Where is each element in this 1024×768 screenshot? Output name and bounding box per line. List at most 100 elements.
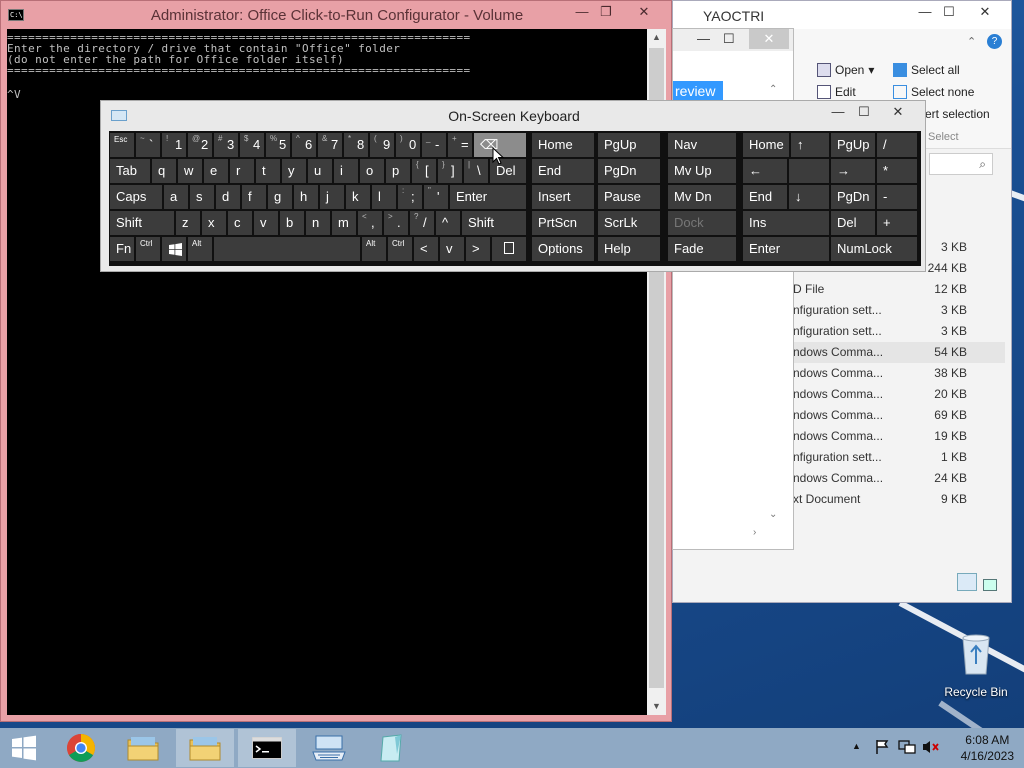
key-shift[interactable]: Shift xyxy=(110,211,174,235)
key-prtscn[interactable]: PrtScn xyxy=(532,211,594,235)
close-icon[interactable]: ✕ xyxy=(749,29,789,49)
key-w[interactable]: w xyxy=(178,159,202,183)
key-alt[interactable]: Alt xyxy=(188,237,212,261)
key-dock[interactable]: Dock xyxy=(668,211,736,235)
key-q[interactable]: q xyxy=(152,159,176,183)
file-row[interactable]: ndows Comma... 38 KB xyxy=(793,363,1005,384)
key-r[interactable]: r xyxy=(230,159,254,183)
select-none-button[interactable]: Select none xyxy=(893,85,974,99)
search-box[interactable]: ⌕ xyxy=(929,153,993,175)
child-titlebar[interactable]: — ☐ ✕ xyxy=(673,29,793,51)
edit-button[interactable]: Edit xyxy=(817,85,856,99)
maximize-icon[interactable]: ☐ xyxy=(723,31,735,47)
volume-muted-icon[interactable] xyxy=(922,739,940,755)
ribbon-collapse-icon[interactable]: ⌃ xyxy=(967,35,976,48)
scroll-down-icon[interactable]: ▼ xyxy=(647,698,666,715)
key-esc[interactable]: Esc xyxy=(110,133,134,157)
show-hidden-icons[interactable]: ▲ xyxy=(852,741,861,751)
minimize-icon[interactable]: — xyxy=(825,104,851,119)
file-row[interactable]: D File 12 KB xyxy=(793,279,1005,300)
invert-selection-button[interactable]: ert selection xyxy=(925,107,990,121)
on-screen-keyboard-window[interactable]: On-Screen Keyboard — ☐ ✕ Esc ~ `! 1 @2 #3 $4% 5… xyxy=(100,100,926,272)
key-space[interactable] xyxy=(214,237,360,261)
chevron-down-icon[interactable]: ⌄ xyxy=(769,509,777,520)
key-n4[interactable]: $4 xyxy=(240,133,264,157)
key-rshift[interactable]: Shift xyxy=(462,211,526,235)
key-mvup[interactable]: Mv Up xyxy=(668,159,736,183)
key-right[interactable]: > xyxy=(466,237,490,261)
key-quote[interactable]: " ' xyxy=(424,185,448,209)
scroll-up-icon[interactable]: ▲ xyxy=(647,29,666,46)
key-mvdn[interactable]: Mv Dn xyxy=(668,185,736,209)
maximize-icon[interactable]: ❐ xyxy=(593,4,619,20)
key-pgdn[interactable]: PgDn xyxy=(598,159,660,183)
key-n[interactable]: n xyxy=(306,211,330,235)
key-minus[interactable]: _ - xyxy=(422,133,446,157)
key-c[interactable]: c xyxy=(228,211,252,235)
key-n9[interactable]: (9 xyxy=(370,133,394,157)
file-row[interactable]: nfiguration sett... 3 KB xyxy=(793,300,1005,321)
key-f[interactable]: f xyxy=(242,185,266,209)
key-h[interactable]: h xyxy=(294,185,318,209)
key-np-add[interactable]: + xyxy=(877,211,917,235)
key-k[interactable]: k xyxy=(346,185,370,209)
key-j[interactable]: j xyxy=(320,185,344,209)
network-icon[interactable] xyxy=(898,739,916,755)
key-n5[interactable]: % 5 xyxy=(266,133,290,157)
key-s[interactable]: s xyxy=(190,185,214,209)
key-a[interactable]: a xyxy=(164,185,188,209)
key-np-mul[interactable]: * xyxy=(877,159,917,183)
key-u[interactable]: u xyxy=(308,159,332,183)
close-icon[interactable]: ✕ xyxy=(631,4,657,20)
key-end[interactable]: End xyxy=(532,159,594,183)
key-n3[interactable]: #3 xyxy=(214,133,238,157)
key-np-blank[interactable] xyxy=(789,159,829,183)
key-g[interactable]: g xyxy=(268,185,292,209)
key-up[interactable]: ^ xyxy=(436,211,460,235)
key-np-numlock[interactable]: NumLock xyxy=(831,237,917,261)
file-row[interactable]: ndows Comma... 24 KB xyxy=(793,468,1005,489)
key-fade[interactable]: Fade xyxy=(668,237,736,261)
taskbar-command-prompt[interactable] xyxy=(238,729,296,767)
key-win[interactable] xyxy=(162,237,186,261)
key-home[interactable]: Home xyxy=(532,133,594,157)
key-i[interactable]: i xyxy=(334,159,358,183)
key-t[interactable]: t xyxy=(256,159,280,183)
key-lbr[interactable]: {[ xyxy=(412,159,436,183)
open-button[interactable]: Open ▾ xyxy=(817,63,874,77)
key-pause[interactable]: Pause xyxy=(598,185,660,209)
key-e[interactable]: e xyxy=(204,159,228,183)
key-help[interactable]: Help xyxy=(598,237,660,261)
key-slash[interactable]: ? / xyxy=(410,211,434,235)
key-np-del[interactable]: Del xyxy=(831,211,875,235)
taskbar-on-screen-keyboard[interactable] xyxy=(300,729,358,767)
key-eq[interactable]: + = xyxy=(448,133,472,157)
key-fn[interactable]: Fn xyxy=(110,237,134,261)
key-np-left[interactable]: ← xyxy=(743,159,787,183)
start-button[interactable] xyxy=(0,729,48,767)
key-period[interactable]: >. xyxy=(384,211,408,235)
key-v[interactable]: v xyxy=(254,211,278,235)
key-nav[interactable]: Nav xyxy=(668,133,736,157)
chevron-up-icon[interactable]: ⌃ xyxy=(769,84,777,95)
key-np-up[interactable]: ↑ xyxy=(791,133,829,157)
key-np-ins[interactable]: Ins xyxy=(743,211,829,235)
key-np-enter[interactable]: Enter xyxy=(743,237,829,261)
key-np-pgdn[interactable]: PgDn xyxy=(831,185,875,209)
key-pgup[interactable]: PgUp xyxy=(598,133,660,157)
file-row[interactable]: nfiguration sett... 1 KB xyxy=(793,447,1005,468)
chevron-right-icon[interactable]: › xyxy=(753,527,756,538)
minimize-icon[interactable]: — xyxy=(569,4,595,19)
key-np-right[interactable]: → xyxy=(831,159,875,183)
key-insert[interactable]: Insert xyxy=(532,185,594,209)
taskbar-file-explorer-2[interactable] xyxy=(176,729,234,767)
file-row[interactable]: ndows Comma... 20 KB xyxy=(793,384,1005,405)
file-row[interactable]: xt Document 9 KB xyxy=(793,489,1005,510)
key-tilde[interactable]: ~ ` xyxy=(136,133,160,157)
key-o[interactable]: o xyxy=(360,159,384,183)
key-menu[interactable] xyxy=(492,237,526,261)
key-n2[interactable]: @2 xyxy=(188,133,212,157)
maximize-icon[interactable]: ☐ xyxy=(935,4,963,20)
key-np-home[interactable]: Home xyxy=(743,133,789,157)
key-l[interactable]: l xyxy=(372,185,396,209)
